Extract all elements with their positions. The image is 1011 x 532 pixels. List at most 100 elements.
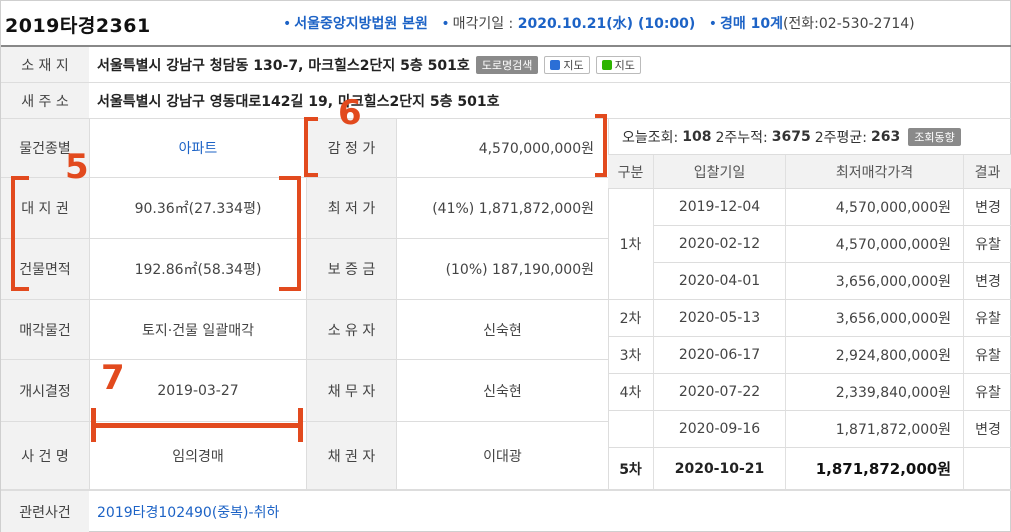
bid-table-header: 최저매각가격 xyxy=(786,155,964,189)
bar-7 xyxy=(91,423,303,428)
auction-dept: 경매 10계 xyxy=(719,16,783,32)
today-label: 오늘조회: xyxy=(622,129,679,146)
new-address-label: 새 주 소 xyxy=(1,83,89,118)
bullet-icon: • xyxy=(283,16,292,32)
bid-round: 2차 xyxy=(608,300,654,337)
header-bar: 2019타경2361 • 서울중앙지방법원 본원 • 매각기일 : 2020.10.… xyxy=(1,1,1011,47)
bid-min-price: 3,656,000,000원 xyxy=(786,300,964,337)
bid-min-price: 1,871,872,000원 xyxy=(786,448,964,490)
avg-label: 2주평균: xyxy=(814,129,867,146)
bracket-5-left-bottom xyxy=(11,287,29,291)
bid-round: 4차 xyxy=(608,374,654,411)
map-button-1[interactable]: 지도 xyxy=(544,55,590,74)
bracket-6-right-top xyxy=(595,114,607,118)
property-row: 매각물건 토지·건물 일괄매각 소 유 자 신숙현 xyxy=(1,300,608,360)
bullet-icon: • xyxy=(441,16,450,32)
bracket-6-left-bottom xyxy=(304,173,318,177)
annotation-number-5: 5 xyxy=(65,147,89,187)
bid-result: 변경 xyxy=(964,411,1011,448)
field-value: 토지·건물 일괄매각 xyxy=(142,322,254,339)
bid-date: 2020-05-13 xyxy=(654,300,786,337)
new-address-row: 새 주 소 서울특별시 강남구 영동대로142길 19, 마크힐스2단지 5층 … xyxy=(1,83,1011,119)
map-button-2[interactable]: 지도 xyxy=(595,55,641,74)
annotation-number-7: 7 xyxy=(101,358,125,398)
bar-7-right-cap xyxy=(298,408,303,442)
related-label: 관련사건 xyxy=(1,491,89,532)
field-value[interactable]: 아파트 xyxy=(90,119,306,177)
avg-count: 263 xyxy=(870,128,901,145)
address-value-wrap: 서울특별시 강남구 청담동 130-7, 마크힐스2단지 5층 501호 도로명… xyxy=(97,47,641,82)
bid-table-header: 구분 xyxy=(608,155,654,189)
field-label: 개시결정 xyxy=(1,360,89,421)
bid-table-header: 결과 xyxy=(964,155,1011,189)
bracket-5-left xyxy=(11,176,15,291)
field-label: 사 건 명 xyxy=(1,422,89,489)
field-value: (10%) 187,190,000원 xyxy=(445,262,594,278)
bid-date: 2020-07-22 xyxy=(654,374,786,411)
bid-min-price: 4,570,000,000원 xyxy=(786,189,964,226)
sale-date: 2020.10.21(水) (10:00) xyxy=(517,16,696,32)
field-label: 채 권 자 xyxy=(307,422,396,489)
address-value: 서울특별시 강남구 청담동 130-7, 마크힐스2단지 5층 501호 xyxy=(97,57,470,74)
court-link[interactable]: 서울중앙지방법원 본원 xyxy=(294,16,428,32)
view-trend-button[interactable]: 조회동향 xyxy=(908,127,961,146)
property-row: 건물면적 192.86㎡(58.34평) 보 증 금 (10%) 187,190,00… xyxy=(1,239,608,300)
field-label: 최 저 가 xyxy=(307,178,396,238)
bid-result: 유찰 xyxy=(964,300,1011,337)
bar-7-left-cap xyxy=(91,408,96,442)
case-number: 2019타경2361 xyxy=(5,15,151,37)
field-value: (41%) 1,871,872,000원 xyxy=(432,201,594,217)
bracket-5-right-bottom xyxy=(279,287,301,291)
field-value: 192.86㎡(58.34평) xyxy=(134,262,262,278)
auction-detail-panel: 2019타경2361 • 서울중앙지방법원 본원 • 매각기일 : 2020.10.… xyxy=(0,0,1011,532)
divider xyxy=(396,119,397,490)
bid-min-price: 2,924,800,000원 xyxy=(786,337,964,374)
bid-min-price: 1,871,872,000원 xyxy=(786,411,964,448)
map-logo-icon xyxy=(601,59,612,70)
field-value: 신숙현 xyxy=(483,322,522,339)
field-value: 4,570,000,000원 xyxy=(478,141,594,157)
bid-result: 유찰 xyxy=(964,337,1011,374)
related-value-wrap: 2019타경102490(중복)-취하 xyxy=(97,491,279,532)
bid-table-header: 입찰기일 xyxy=(654,155,786,189)
bid-date: 2020-02-12 xyxy=(654,226,786,263)
bracket-5-right xyxy=(297,176,301,291)
two-week-label: 2주누적: xyxy=(715,129,768,146)
bid-result: 변경 xyxy=(964,189,1011,226)
today-count: 108 xyxy=(682,128,712,145)
bid-min-price: 2,339,840,000원 xyxy=(786,374,964,411)
bid-round xyxy=(608,411,654,448)
bullet-icon: • xyxy=(708,16,717,32)
annotation-number-6: 6 xyxy=(338,93,362,133)
bid-round: 1차 xyxy=(608,189,654,300)
field-label: 채 무 자 xyxy=(307,360,396,421)
field-value: 90.36㎡(27.334평) xyxy=(134,201,262,217)
field-label: 소 유 자 xyxy=(307,300,396,359)
bracket-6-right xyxy=(603,114,607,177)
bid-date: 2020-04-01 xyxy=(654,263,786,300)
bracket-5-left-top xyxy=(11,176,29,180)
phone: (전화:02-530-2714) xyxy=(782,16,915,32)
header-info: • 서울중앙지방법원 본원 • 매각기일 : 2020.10.21(水) (10:0… xyxy=(283,13,915,33)
bracket-6-right-bottom xyxy=(595,173,607,177)
bid-result: 유찰 xyxy=(964,374,1011,411)
related-case-link[interactable]: 2019타경102490(중복)-취하 xyxy=(97,502,279,522)
bid-date: 2019-12-04 xyxy=(654,189,786,226)
bid-date: 2020-09-16 xyxy=(654,411,786,448)
road-search-button[interactable]: 도로명검색 xyxy=(475,55,539,74)
bid-min-price: 4,570,000,000원 xyxy=(786,226,964,263)
property-row: 대 지 권 90.36㎡(27.334평) 최 저 가 (41%) 1,871,872… xyxy=(1,178,608,239)
divider xyxy=(89,119,90,490)
field-value: 신숙현 xyxy=(483,383,522,400)
map-logo-icon xyxy=(550,59,561,70)
field-value: 임의경매 xyxy=(172,448,224,465)
field-label: 보 증 금 xyxy=(307,239,396,299)
address-row: 소 재 지 서울특별시 강남구 청담동 130-7, 마크힐스2단지 5층 50… xyxy=(1,47,1011,83)
bracket-6-left xyxy=(304,117,308,177)
bid-min-price: 3,656,000,000원 xyxy=(786,263,964,300)
view-stats: 오늘조회: 108 2주누적: 3675 2주평균: 263 조회동향 xyxy=(608,119,1011,155)
address-label: 소 재 지 xyxy=(1,47,89,82)
sale-date-label: 매각기일 : xyxy=(452,16,514,32)
bid-result xyxy=(964,448,1011,490)
bid-result: 변경 xyxy=(964,263,1011,300)
